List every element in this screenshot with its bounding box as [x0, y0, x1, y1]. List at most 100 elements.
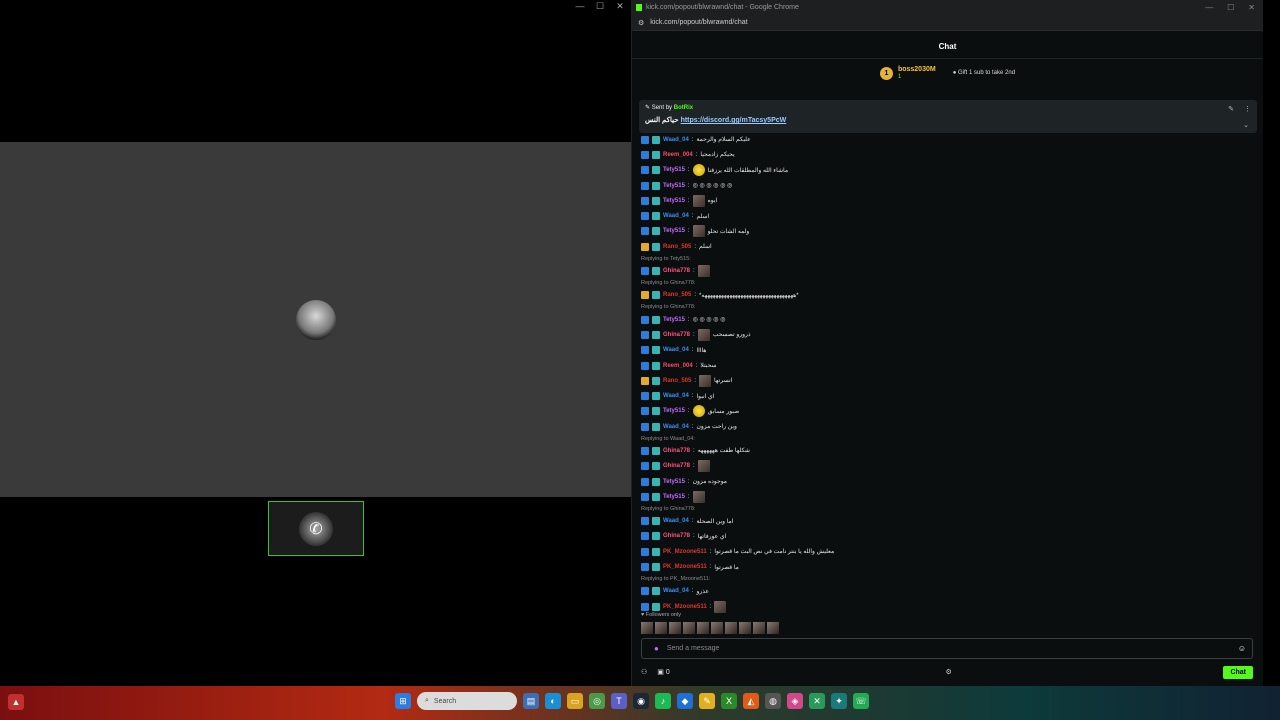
user-badge-icon — [641, 196, 649, 205]
emote-3[interactable] — [669, 622, 681, 634]
reply-context[interactable]: Replying to Waad_04: — [641, 434, 1241, 443]
reply-context[interactable]: Replying to Ghina778: — [641, 279, 1241, 288]
emote-7[interactable] — [725, 622, 737, 634]
chrome-maximize-button[interactable]: ☐ — [1227, 3, 1234, 12]
unpin-icon[interactable]: ✎ — [1228, 105, 1234, 113]
emote-9[interactable] — [753, 622, 765, 634]
emote-6[interactable] — [711, 622, 723, 634]
emote-8[interactable] — [739, 622, 751, 634]
more-options-icon[interactable]: ⋮ — [1244, 105, 1251, 113]
chat-message-text: ◎ ◎ ◎ ◎ ◎ ◎ — [692, 183, 733, 190]
message-input[interactable]: ● Send a message ☺ — [641, 638, 1253, 659]
chrome-icon[interactable]: ◎ — [589, 693, 605, 709]
chat-username[interactable]: PK_Mzoone511 — [663, 564, 707, 570]
reply-context[interactable]: Replying to Ghina778: — [641, 505, 1241, 514]
chat-username[interactable]: Waad_04 — [663, 213, 689, 219]
chat-username[interactable]: Tety515 — [663, 317, 685, 323]
chat-username[interactable]: Tety515 — [663, 479, 685, 485]
chat-username[interactable]: Ghina778 — [663, 463, 690, 469]
chat-message-text: اي انبوا — [696, 393, 715, 400]
chat-username[interactable]: Tety515 — [663, 198, 685, 204]
followers-only-label: ♥ Followers only — [641, 612, 681, 618]
mic-icon[interactable]: ● — [654, 644, 659, 653]
separator: : — [691, 136, 694, 143]
chat-username[interactable]: Waad_04 — [663, 518, 689, 524]
maximize-button[interactable]: ☐ — [595, 1, 605, 12]
emote-2[interactable] — [655, 622, 667, 634]
settings-gear-icon[interactable]: ⚙ — [945, 668, 951, 676]
whatsapp-icon[interactable]: ☏ — [853, 693, 869, 709]
chat-username[interactable]: Rano_505 — [663, 244, 691, 250]
sub-badge-icon — [652, 242, 660, 251]
start-icon[interactable]: ⊞ — [395, 693, 411, 709]
chrome-minimize-button[interactable]: — — [1205, 3, 1213, 12]
reply-context[interactable]: Replying to PK_Mzoone511: — [641, 575, 1241, 584]
edge-icon[interactable]: ◐ — [545, 693, 561, 709]
chat-username[interactable]: PK_Mzoone511 — [663, 604, 707, 610]
chat-username[interactable]: Waad_04 — [663, 393, 689, 399]
emote-4[interactable] — [683, 622, 695, 634]
minimize-button[interactable]: — — [575, 1, 585, 11]
chat-message-list[interactable]: Waad_04: عليكم السلام والرحمة Reem_004: يحي… — [641, 132, 1241, 634]
address-bar[interactable]: ⚙ kick.com/popout/blwrawnd/chat — [632, 15, 1263, 31]
chat-username[interactable]: Ghina778 — [663, 332, 690, 338]
close-button[interactable]: ✕ — [615, 1, 625, 12]
chat-username[interactable]: Ghina778 — [663, 533, 690, 539]
gift-sub-link[interactable]: ● Gift 1 sub to take 2nd — [953, 70, 1015, 76]
chat-username[interactable]: Waad_04 — [663, 347, 689, 353]
send-chat-button[interactable]: Chat — [1223, 665, 1253, 679]
brave-icon[interactable]: ◭ — [743, 693, 759, 709]
separator: : — [687, 182, 690, 189]
pinned-sender[interactable]: BotRix — [674, 105, 693, 111]
chat-message-text: وين راحت مزون — [696, 424, 737, 431]
chat-message-text: ◎ ◎ ◎ ◎ ◎ — [692, 317, 726, 324]
obs-icon[interactable]: ◍ — [765, 693, 781, 709]
teams-icon[interactable]: T — [611, 693, 627, 709]
chrome-close-button[interactable]: ✕ — [1248, 3, 1255, 12]
chat-username[interactable]: Reem_004 — [663, 152, 693, 158]
photos-icon[interactable]: ◈ — [787, 693, 803, 709]
chat-username[interactable]: Rano_505 — [663, 292, 691, 298]
chat-username[interactable]: Waad_04 — [663, 137, 689, 143]
emote-1[interactable] — [641, 622, 653, 634]
chat-username[interactable]: Tety515 — [663, 183, 685, 189]
points-display[interactable]: ▣ 0 — [657, 668, 669, 676]
emoji-icon[interactable]: ☺ — [1238, 644, 1246, 653]
chat-username[interactable]: Waad_04 — [663, 424, 689, 430]
steam-icon[interactable]: ◉ — [633, 693, 649, 709]
chat-username[interactable]: PK_Mzoone511 — [663, 549, 707, 555]
taskbar-search[interactable]: ⌕ Search — [417, 692, 517, 710]
discord-link[interactable]: https://discord.gg/mTacsy5PcW — [681, 117, 787, 124]
chat-username[interactable]: Ghina778 — [663, 448, 690, 454]
files-icon[interactable]: ▤ — [523, 693, 539, 709]
reply-context[interactable]: Replying to Ghina778: — [641, 303, 1241, 312]
emote-5[interactable] — [697, 622, 709, 634]
gifter-name[interactable]: boss2030M — [898, 66, 936, 74]
chat-username[interactable]: Waad_04 — [663, 588, 689, 594]
separator: : — [693, 331, 695, 338]
xbox-icon[interactable]: ✕ — [809, 693, 825, 709]
site-info-icon[interactable]: ⚙ — [638, 19, 644, 27]
chat-message: Waad_04: عذرو — [641, 584, 1241, 599]
folder-icon[interactable]: ▭ — [567, 693, 583, 709]
chat-username[interactable]: Ghina778 — [663, 268, 690, 274]
chevron-down-icon[interactable]: ⌄ — [1243, 121, 1249, 129]
self-video-tile[interactable]: ✆ — [268, 501, 364, 556]
chat-username[interactable]: Tety515 — [663, 494, 685, 500]
emote-10[interactable] — [767, 622, 779, 634]
notes-icon[interactable]: ✎ — [699, 693, 715, 709]
spotify-icon[interactable]: ♪ — [655, 693, 671, 709]
tool-icon[interactable]: ✦ — [831, 693, 847, 709]
chat-username[interactable]: Rano_505 — [663, 378, 691, 384]
users-icon[interactable]: ⚇ — [641, 668, 647, 676]
chat-username[interactable]: Tety515 — [663, 167, 685, 173]
chat-username[interactable]: Tety515 — [663, 228, 685, 234]
app-icon[interactable]: ◆ — [677, 693, 693, 709]
separator: : — [709, 603, 712, 610]
chat-username[interactable]: Tety515 — [663, 408, 685, 414]
reply-context[interactable]: Replying to Tety515: — [641, 254, 1241, 263]
separator: : — [691, 393, 694, 400]
excel-icon[interactable]: X — [721, 693, 737, 709]
chat-username[interactable]: Reem_004 — [663, 363, 693, 369]
notification-app-icon[interactable]: ▲ — [8, 694, 24, 710]
